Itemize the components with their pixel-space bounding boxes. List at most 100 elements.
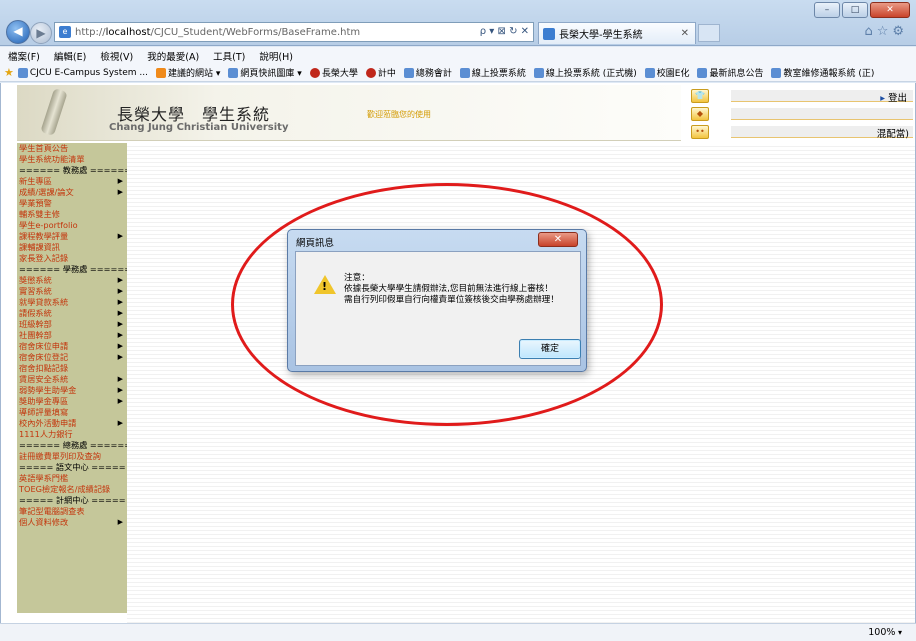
sidebar-item[interactable]: 獎懲系統 ▶	[17, 275, 127, 286]
welcome-text: 歡迎蒞臨您的使用	[367, 110, 431, 119]
sidebar-item-label: ====== 教務處 ======	[19, 165, 132, 175]
favorite-link[interactable]: CJCU E-Campus System ...	[17, 67, 148, 78]
sidebar-item-label: 就學貸款系統	[19, 297, 69, 307]
status-bar: 100%	[0, 623, 916, 641]
favorite-label: 最新訊息公告	[709, 69, 764, 79]
sidebar-item-label: 家長登入記錄	[19, 253, 69, 263]
sidebar-item-label: 校內外活動申請	[19, 418, 77, 428]
submenu-arrow-icon: ▶	[117, 397, 123, 405]
sidebar-item-label: 筆記型電腦調查表	[19, 506, 85, 516]
sidebar-item-label: 實習系統	[19, 286, 52, 296]
sidebar-item[interactable]: 個人資料修改 ▶	[17, 517, 127, 528]
sidebar-item[interactable]: 家長登入記錄	[17, 253, 127, 264]
sidebar-item[interactable]: 課程教學評量 ▶	[17, 231, 127, 242]
menu-bar: 檔案(F) 編輯(E) 檢視(V) 我的最愛(A) 工具(T) 說明(H)	[0, 47, 916, 64]
sidebar-item[interactable]: 就學貸款系統 ▶	[17, 297, 127, 308]
favorites-bar: ★ CJCU E-Campus System ... 建議的網站 ▾ 網頁快訊圖庫 …	[0, 64, 916, 82]
window-controls: – □ ✕	[814, 2, 910, 18]
sidebar-item[interactable]: 成績/選課/論文 ▶	[17, 187, 127, 198]
sidebar-item[interactable]: 宿舍床位登記 ▶	[17, 352, 127, 363]
sidebar-section-header: ====== 學務處 ======	[17, 264, 131, 275]
favorite-link[interactable]: 總務會計	[403, 66, 452, 79]
page-icon: e	[59, 26, 71, 38]
sidebar-item-label: 註冊繳費單列印及查詢	[19, 451, 101, 461]
sidebar-item[interactable]: 導師評量填寫	[17, 407, 127, 418]
tab-close-icon[interactable]: ✕	[681, 28, 689, 39]
tab-student-system[interactable]: 長榮大學-學生系統 ✕	[538, 22, 696, 44]
sidebar-item[interactable]: 獎助學金專區 ▶	[17, 396, 127, 407]
favorite-link[interactable]: 校園E化	[644, 66, 689, 79]
menu-item[interactable]: 檢視(V)	[100, 49, 133, 63]
sidebar-item[interactable]: 學生系統功能清單	[17, 154, 127, 165]
menu-item[interactable]: 編輯(E)	[54, 49, 86, 63]
submenu-arrow-icon: ▶	[117, 177, 123, 185]
favorites-star-icon[interactable]: ★	[4, 67, 14, 78]
ie-page-icon	[403, 67, 414, 78]
favorite-link[interactable]: 建議的網站 ▾	[156, 66, 220, 79]
people-icon[interactable]: ••	[691, 125, 709, 139]
sidebar-item[interactable]: 輔系雙主修	[17, 209, 127, 220]
sidebar-item-label: 學生e-portfolio	[19, 220, 78, 230]
menu-item[interactable]: 檔案(F)	[8, 49, 40, 63]
ie-page-icon	[533, 67, 544, 78]
submenu-arrow-icon: ▶	[117, 386, 123, 394]
favorite-link[interactable]: 教室維修通報系統 (正)	[771, 66, 874, 79]
sidebar-item[interactable]: 1111人力銀行	[17, 429, 127, 440]
back-button[interactable]: ◀	[6, 20, 30, 44]
home-favorites-tools-icons[interactable]: ⌂☆⚙	[864, 24, 908, 39]
maximize-button[interactable]: □	[842, 2, 868, 18]
favorite-link[interactable]: 長榮大學	[309, 66, 358, 79]
sidebar-item[interactable]: 宿舍扣點記錄	[17, 363, 127, 374]
tag-icon[interactable]: ◆	[691, 107, 709, 121]
sidebar-item-label: 學業預警	[19, 198, 52, 208]
sidebar-item[interactable]: 課輔課資訊	[17, 242, 127, 253]
sidebar-item[interactable]: 學業預警	[17, 198, 127, 209]
sidebar-item[interactable]: 弱勢學生助學金 ▶	[17, 385, 127, 396]
favorite-link[interactable]: 線上投票系統 (正式機)	[533, 66, 637, 79]
address-controls[interactable]: ρ ▾ ⊠ ↻ ✕	[480, 26, 529, 37]
sidebar-item[interactable]: 英語學系門檻	[17, 473, 127, 484]
sidebar-item-label: 課程教學評量	[19, 231, 69, 241]
sidebar-item[interactable]: 筆記型電腦調查表	[17, 506, 127, 517]
window-close-button[interactable]: ✕	[870, 2, 910, 18]
menu-item[interactable]: 工具(T)	[213, 49, 245, 63]
user-id-line	[731, 108, 913, 120]
menu-item[interactable]: 我的最愛(A)	[147, 49, 199, 63]
minimize-button[interactable]: –	[814, 2, 840, 18]
favorite-link[interactable]: 最新訊息公告	[697, 66, 763, 79]
sidebar-item-label: 課輔課資訊	[19, 242, 60, 252]
sidebar-item-label: ====== 總務處 ======	[19, 440, 132, 450]
sidebar-item[interactable]: 宿舍床位申請 ▶	[17, 341, 127, 352]
sidebar-item[interactable]: 校內外活動申請 ▶	[17, 418, 127, 429]
sidebar-item[interactable]: 社團幹部 ▶	[17, 330, 127, 341]
sidebar-item-label: 成績/選課/論文	[19, 187, 74, 197]
new-tab-button[interactable]	[698, 24, 720, 42]
menu-item[interactable]: 說明(H)	[259, 49, 293, 63]
address-bar[interactable]: e http://localhost/CJCU_Student/WebForms…	[54, 22, 534, 42]
address-url[interactable]: http://localhost/CJCU_Student/WebForms/B…	[75, 27, 360, 38]
red-circle-icon	[365, 67, 376, 78]
shirt-icon[interactable]: 👕	[691, 89, 709, 103]
favorite-link[interactable]: 網頁快訊圖庫 ▾	[228, 66, 302, 79]
forward-arrow-icon: ▶	[36, 26, 46, 40]
favorite-label: 網頁快訊圖庫 ▾	[240, 69, 302, 79]
sidebar-item[interactable]: 註冊繳費單列印及查詢	[17, 451, 127, 462]
favorite-link[interactable]: 線上投票系統	[459, 66, 526, 79]
favorite-link[interactable]: 計中	[365, 66, 396, 79]
annotation-ellipse	[231, 183, 663, 426]
sidebar-item[interactable]: 學生首頁公告	[17, 143, 127, 154]
sidebar-item[interactable]: 實習系統 ▶	[17, 286, 127, 297]
sidebar-item-label: 英語學系門檻	[19, 473, 69, 483]
sidebar-item[interactable]: 請假系統 ▶	[17, 308, 127, 319]
logout-link[interactable]: 登出	[880, 90, 907, 104]
sidebar-item[interactable]: 班級幹部 ▶	[17, 319, 127, 330]
sidebar-item[interactable]: 學生e-portfolio	[17, 220, 127, 231]
favorite-label: 建議的網站 ▾	[168, 69, 221, 79]
zoom-level[interactable]: 100%	[868, 627, 902, 638]
sidebar-item[interactable]: 賃居安全系統 ▶	[17, 374, 127, 385]
submenu-arrow-icon: ▶	[117, 298, 123, 306]
sidebar-item[interactable]: TOEG檢定報名/成績記錄	[17, 484, 127, 495]
sidebar-item-label: 獎助學金專區	[19, 396, 69, 406]
forward-button[interactable]: ▶	[30, 22, 52, 44]
sidebar-item[interactable]: 新生專區 ▶	[17, 176, 127, 187]
